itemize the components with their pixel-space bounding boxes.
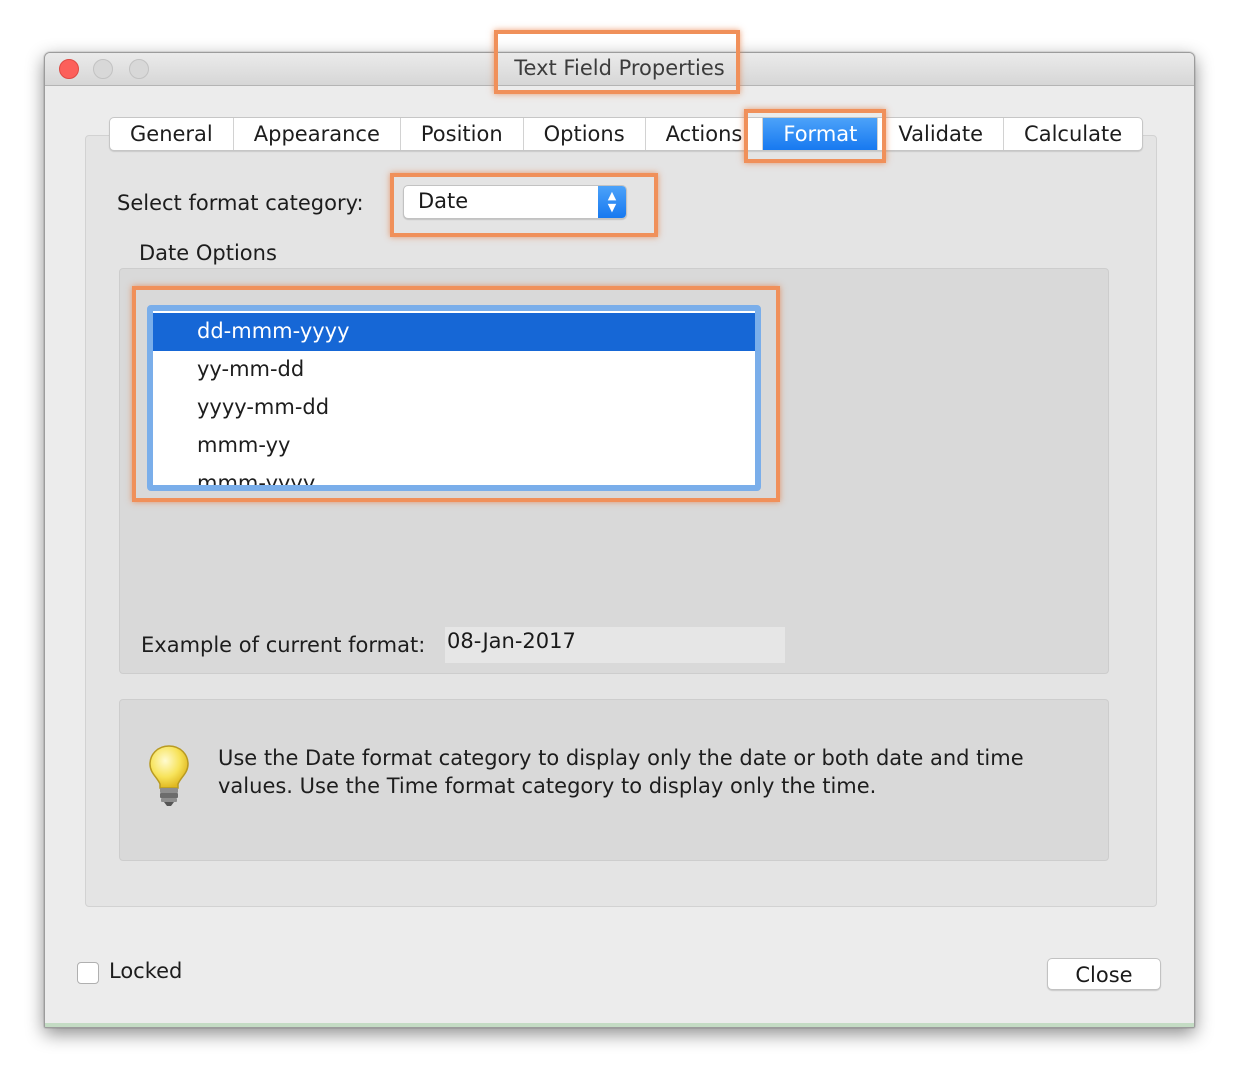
list-item-yyyy-mm-dd[interactable]: yyyy-mm-dd xyxy=(153,389,755,427)
format-category-label: Select format category: xyxy=(117,191,364,215)
format-category-select[interactable]: Date ▲ ▼ xyxy=(403,185,627,219)
title-bar[interactable]: Text Field Properties xyxy=(45,53,1194,86)
example-format-value: 08-Jan-2017 xyxy=(445,627,785,663)
tab-bar: General Appearance Position Options Acti… xyxy=(109,117,1144,151)
tab-validate[interactable]: Validate xyxy=(878,118,1005,150)
date-format-list[interactable]: dd-mmm-yyyy yy-mm-dd yyyy-mm-dd mmm-yy m… xyxy=(147,305,761,491)
tab-options[interactable]: Options xyxy=(524,118,646,150)
text-field-properties-dialog: Text Field Properties General Appearance… xyxy=(44,52,1195,1028)
list-item-yy-mm-dd[interactable]: yy-mm-dd xyxy=(153,351,755,389)
locked-checkbox[interactable] xyxy=(77,962,99,984)
tip-text: Use the Date format category to display … xyxy=(218,746,1024,798)
tab-calculate[interactable]: Calculate xyxy=(1004,118,1142,150)
tab-appearance[interactable]: Appearance xyxy=(234,118,401,150)
locked-label: Locked xyxy=(109,959,183,983)
lightbulb-icon xyxy=(149,745,189,806)
tab-general[interactable]: General xyxy=(110,118,234,150)
tab-format[interactable]: Format xyxy=(763,118,879,150)
tab-actions[interactable]: Actions xyxy=(646,118,764,150)
list-item-mmm-yy[interactable]: mmm-yy xyxy=(153,427,755,465)
date-options-heading: Date Options xyxy=(139,241,277,265)
format-category-value: Date xyxy=(418,189,469,213)
list-item-dd-mmm-yyyy[interactable]: dd-mmm-yyyy xyxy=(153,313,755,351)
window-title: Text Field Properties xyxy=(514,56,725,80)
tip-box: Use the Date format category to display … xyxy=(119,699,1109,861)
bottom-strip xyxy=(45,1023,1194,1027)
close-button[interactable]: Close xyxy=(1047,958,1161,990)
list-item-mmm-yyyy[interactable]: mmm-yyyy xyxy=(153,465,755,485)
tab-position[interactable]: Position xyxy=(401,118,524,150)
select-stepper-icon: ▲ ▼ xyxy=(598,186,626,218)
example-format-label: Example of current format: xyxy=(141,633,426,657)
